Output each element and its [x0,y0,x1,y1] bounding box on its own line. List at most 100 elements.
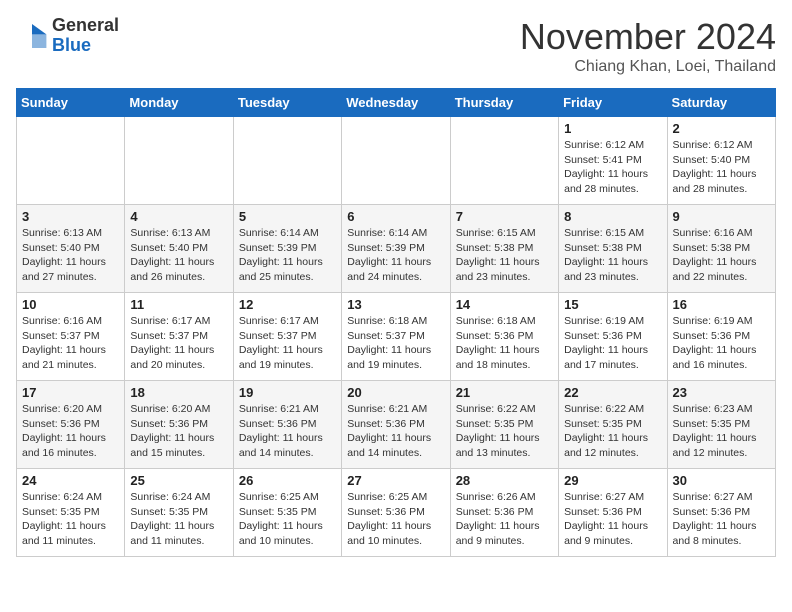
day-info: Sunrise: 6:17 AMSunset: 5:37 PMDaylight:… [239,314,336,373]
calendar-cell: 6 Sunrise: 6:14 AMSunset: 5:39 PMDaylight… [342,205,450,293]
calendar-cell: 18Sunrise: 6:20 AMSunset: 5:36 PMDayligh… [125,381,233,469]
day-info: Sunrise: 6:13 AMSunset: 5:40 PMDaylight:… [130,226,227,285]
day-number: 28 [456,473,553,488]
calendar-cell: 11 Sunrise: 6:17 AMSunset: 5:37 PMDayligh… [125,293,233,381]
day-info: Sunrise: 6:22 AMSunset: 5:35 PMDaylight:… [456,402,553,461]
day-number: 4 [130,209,227,224]
day-of-week-header: Sunday [17,89,125,117]
day-number: 19 [239,385,336,400]
day-number: 13 [347,297,444,312]
calendar-cell: 9 Sunrise: 6:16 AMSunset: 5:38 PMDaylight… [667,205,775,293]
day-info: Sunrise: 6:19 AMSunset: 5:36 PMDaylight:… [673,314,770,373]
calendar-cell: 28 Sunrise: 6:26 AMSunset: 5:36 PMDayligh… [450,469,558,557]
day-number: 8 [564,209,661,224]
logo: General Blue [16,16,119,56]
calendar-cell: 13 Sunrise: 6:18 AMSunset: 5:37 PMDayligh… [342,293,450,381]
day-number: 29 [564,473,661,488]
day-number: 7 [456,209,553,224]
calendar-cell: 24 Sunrise: 6:24 AMSunset: 5:35 PMDayligh… [17,469,125,557]
day-info: Sunrise: 6:25 AMSunset: 5:35 PMDaylight:… [239,490,336,549]
day-info: Sunrise: 6:22 AMSunset: 5:35 PMDaylight:… [564,402,661,461]
page-header: General Blue November 2024 Chiang Khan, … [16,16,776,76]
calendar-cell: 8 Sunrise: 6:15 AMSunset: 5:38 PMDaylight… [559,205,667,293]
calendar-header: SundayMondayTuesdayWednesdayThursdayFrid… [17,89,776,117]
day-number: 23 [673,385,770,400]
day-info: Sunrise: 6:12 AMSunset: 5:41 PMDaylight:… [564,138,661,197]
calendar-cell: 12 Sunrise: 6:17 AMSunset: 5:37 PMDayligh… [233,293,341,381]
day-info: Sunrise: 6:16 AMSunset: 5:38 PMDaylight:… [673,226,770,285]
calendar-cell: 3Sunrise: 6:13 AMSunset: 5:40 PMDaylight… [17,205,125,293]
calendar-cell: 17 Sunrise: 6:20 AMSunset: 5:36 PMDayligh… [17,381,125,469]
title-block: November 2024 Chiang Khan, Loei, Thailan… [520,16,776,76]
day-number: 9 [673,209,770,224]
calendar-cell: 20Sunrise: 6:21 AMSunset: 5:36 PMDayligh… [342,381,450,469]
day-number: 24 [22,473,119,488]
logo-general: General [52,15,119,35]
calendar-cell: 27Sunrise: 6:25 AMSunset: 5:36 PMDayligh… [342,469,450,557]
day-number: 22 [564,385,661,400]
calendar-cell: 1 Sunrise: 6:12 AMSunset: 5:41 PMDaylight… [559,117,667,205]
calendar-cell [125,117,233,205]
day-number: 1 [564,121,661,136]
day-info: Sunrise: 6:18 AMSunset: 5:36 PMDaylight:… [456,314,553,373]
day-number: 10 [22,297,119,312]
day-number: 11 [130,297,227,312]
month-title: November 2024 [520,16,776,58]
day-number: 6 [347,209,444,224]
logo-icon [16,20,48,52]
day-info: Sunrise: 6:19 AMSunset: 5:36 PMDaylight:… [564,314,661,373]
calendar-cell: 19 Sunrise: 6:21 AMSunset: 5:36 PMDayligh… [233,381,341,469]
day-number: 2 [673,121,770,136]
calendar-cell: 10 Sunrise: 6:16 AMSunset: 5:37 PMDayligh… [17,293,125,381]
calendar-cell: 7Sunrise: 6:15 AMSunset: 5:38 PMDaylight… [450,205,558,293]
day-number: 12 [239,297,336,312]
day-info: Sunrise: 6:12 AMSunset: 5:40 PMDaylight:… [673,138,770,197]
calendar-cell: 4 Sunrise: 6:13 AMSunset: 5:40 PMDaylight… [125,205,233,293]
day-info: Sunrise: 6:18 AMSunset: 5:37 PMDaylight:… [347,314,444,373]
day-of-week-header: Tuesday [233,89,341,117]
day-number: 26 [239,473,336,488]
day-info: Sunrise: 6:27 AMSunset: 5:36 PMDaylight:… [673,490,770,549]
calendar-cell: 2 Sunrise: 6:12 AMSunset: 5:40 PMDaylight… [667,117,775,205]
day-info: Sunrise: 6:20 AMSunset: 5:36 PMDaylight:… [130,402,227,461]
day-info: Sunrise: 6:26 AMSunset: 5:36 PMDaylight:… [456,490,553,549]
day-info: Sunrise: 6:25 AMSunset: 5:36 PMDaylight:… [347,490,444,549]
day-of-week-header: Wednesday [342,89,450,117]
calendar: SundayMondayTuesdayWednesdayThursdayFrid… [16,88,776,557]
day-number: 25 [130,473,227,488]
day-of-week-header: Thursday [450,89,558,117]
day-info: Sunrise: 6:14 AMSunset: 5:39 PMDaylight:… [347,226,444,285]
day-info: Sunrise: 6:16 AMSunset: 5:37 PMDaylight:… [22,314,119,373]
calendar-cell: 15Sunrise: 6:19 AMSunset: 5:36 PMDayligh… [559,293,667,381]
day-number: 21 [456,385,553,400]
day-info: Sunrise: 6:17 AMSunset: 5:37 PMDaylight:… [130,314,227,373]
calendar-cell [450,117,558,205]
calendar-cell: 29 Sunrise: 6:27 AMSunset: 5:36 PMDayligh… [559,469,667,557]
day-info: Sunrise: 6:23 AMSunset: 5:35 PMDaylight:… [673,402,770,461]
calendar-cell [342,117,450,205]
calendar-cell: 22 Sunrise: 6:22 AMSunset: 5:35 PMDayligh… [559,381,667,469]
calendar-cell: 14 Sunrise: 6:18 AMSunset: 5:36 PMDayligh… [450,293,558,381]
calendar-cell: 5Sunrise: 6:14 AMSunset: 5:39 PMDaylight… [233,205,341,293]
day-of-week-header: Saturday [667,89,775,117]
location: Chiang Khan, Loei, Thailand [520,58,776,76]
day-info: Sunrise: 6:20 AMSunset: 5:36 PMDaylight:… [22,402,119,461]
calendar-cell: 23 Sunrise: 6:23 AMSunset: 5:35 PMDayligh… [667,381,775,469]
day-number: 17 [22,385,119,400]
day-info: Sunrise: 6:15 AMSunset: 5:38 PMDaylight:… [564,226,661,285]
calendar-cell: 21 Sunrise: 6:22 AMSunset: 5:35 PMDayligh… [450,381,558,469]
day-number: 16 [673,297,770,312]
calendar-cell [17,117,125,205]
day-info: Sunrise: 6:27 AMSunset: 5:36 PMDaylight:… [564,490,661,549]
logo-blue: Blue [52,35,91,55]
day-info: Sunrise: 6:21 AMSunset: 5:36 PMDaylight:… [239,402,336,461]
calendar-cell: 25Sunrise: 6:24 AMSunset: 5:35 PMDayligh… [125,469,233,557]
calendar-cell: 30 Sunrise: 6:27 AMSunset: 5:36 PMDayligh… [667,469,775,557]
day-info: Sunrise: 6:24 AMSunset: 5:35 PMDaylight:… [22,490,119,549]
day-number: 30 [673,473,770,488]
day-number: 20 [347,385,444,400]
day-number: 14 [456,297,553,312]
day-of-week-header: Friday [559,89,667,117]
day-number: 3 [22,209,119,224]
day-info: Sunrise: 6:14 AMSunset: 5:39 PMDaylight:… [239,226,336,285]
